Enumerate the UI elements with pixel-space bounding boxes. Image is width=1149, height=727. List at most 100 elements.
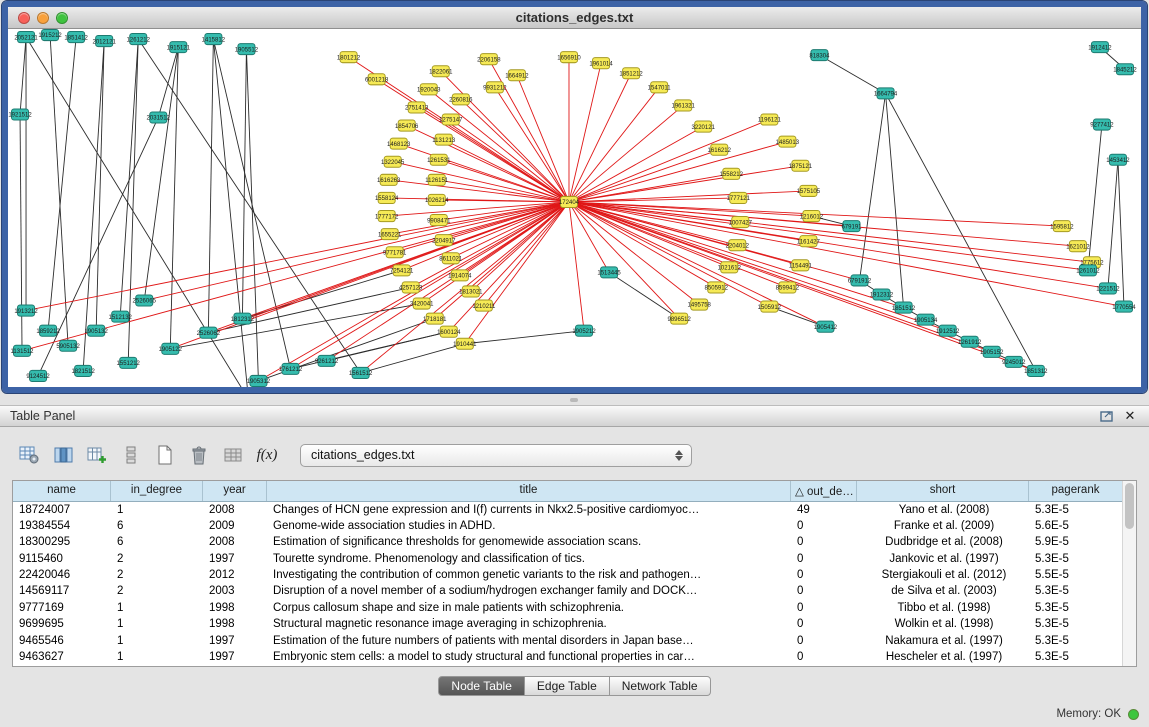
graph-node-label: 1770554 (1112, 305, 1136, 311)
graph-node-label: 1777121 (727, 196, 751, 202)
scrollbar-thumb[interactable] (1125, 483, 1134, 529)
graph-node-label: 9771781 (383, 250, 407, 256)
cell-year: 1997 (203, 650, 267, 666)
window-title: citations_edges.txt (516, 10, 634, 25)
graph-node-label: 1154491 (789, 264, 813, 270)
graph-node-label: 1216012 (800, 214, 824, 220)
minimize-window-icon[interactable] (37, 12, 49, 24)
graph-node-label: 1851412 (64, 35, 88, 41)
table-row[interactable]: 1938455462009Genome-wide association stu… (13, 518, 1136, 534)
column-header-pagerank[interactable]: pagerank (1029, 481, 1123, 501)
cell-in_degree: 6 (111, 535, 203, 551)
table-row[interactable]: 1830029562008Estimation of significance … (13, 535, 1136, 551)
graph-node-label: 9261212 (315, 359, 339, 365)
graph-edge (569, 202, 584, 331)
table-body: 1872400712008Changes of HCN gene express… (13, 502, 1136, 666)
window-titlebar[interactable]: citations_edges.txt (8, 7, 1141, 29)
close-panel-icon[interactable]: ✕ (1121, 408, 1139, 424)
cell-title: Embryonic stem cells: a model to study s… (267, 650, 791, 666)
column-header-short[interactable]: short (857, 481, 1029, 501)
graph-edge (83, 41, 104, 371)
graph-node-label: 1126151 (425, 178, 449, 184)
table-row[interactable]: 969969511998Structural magnetic resonanc… (13, 617, 1136, 633)
cell-pagerank: 5.9E-5 (1029, 535, 1123, 551)
cell-pagerank: 5.3E-5 (1029, 617, 1123, 633)
close-window-icon[interactable] (18, 12, 30, 24)
graph-node-label: 1221512 (1096, 287, 1120, 293)
column-header-title[interactable]: title (267, 481, 791, 501)
graph-node-label: 1718181 (423, 317, 447, 323)
graph-node-label: 2526062 (197, 331, 221, 337)
function-builder-label: f(x) (257, 447, 278, 464)
new-table-icon[interactable] (150, 441, 180, 469)
graph-node-label: 6791912 (848, 279, 872, 285)
graph-edge (569, 198, 738, 202)
graph-edge (144, 47, 178, 300)
tab-network-table[interactable]: Network Table (610, 676, 711, 696)
graph-node-label: 1851512 (892, 306, 916, 312)
row-tools-icon[interactable] (116, 441, 146, 469)
table-row[interactable]: 977716911998Corpus callosum shape and si… (13, 600, 1136, 616)
graph-node-label: 172404 (559, 200, 580, 206)
graph-node-label: 1875121 (789, 164, 813, 170)
graph-node-label: 8599412 (776, 286, 800, 292)
function-builder-icon[interactable]: f(x) (252, 441, 282, 469)
column-header-in_degree[interactable]: in_degree (111, 481, 203, 501)
cell-title: Tourette syndrome. Phenomenology and cla… (267, 551, 791, 567)
table-selector-dropdown[interactable]: citations_edges.txt (300, 444, 692, 467)
table-scrollbar[interactable] (1122, 481, 1136, 666)
panel-splitter[interactable] (0, 394, 1149, 405)
table-panel-header: Table Panel ✕ (0, 405, 1149, 427)
tab-edge-table[interactable]: Edge Table (525, 676, 610, 696)
graph-node-label: 1812312 (231, 317, 255, 323)
graph-node-label: 1821512 (71, 369, 95, 375)
table-row[interactable]: 1456911722003Disruption of a novel membe… (13, 584, 1136, 600)
cell-short: Hescheler et al. (1997) (857, 650, 1029, 666)
graph-node-label: 1915121 (167, 45, 191, 51)
delete-table-icon[interactable] (184, 441, 214, 469)
column-header-year[interactable]: year (203, 481, 267, 501)
memory-status-icon[interactable] (1128, 709, 1139, 720)
table-row[interactable]: 946554611997Estimation of the future num… (13, 633, 1136, 649)
graph-node-label: 1561512 (349, 371, 373, 377)
cell-short: Jankovic et al. (1997) (857, 551, 1029, 567)
graph-edge (170, 47, 178, 349)
graph-node-label: 1558212 (720, 172, 744, 178)
table-header-row: namein_degreeyeartitle△ out_de…shortpage… (13, 481, 1136, 502)
graph-node-label: 1915212 (38, 33, 62, 39)
table-row[interactable]: 2242004622012Investigating the contribut… (13, 568, 1136, 584)
cell-in_degree: 1 (111, 600, 203, 616)
column-visibility-icon[interactable] (48, 441, 78, 469)
graph-edge (569, 150, 719, 202)
table-mode-icon[interactable] (14, 441, 44, 469)
zoom-window-icon[interactable] (56, 12, 68, 24)
column-header-name[interactable]: name (13, 481, 111, 501)
float-panel-icon[interactable] (1097, 408, 1115, 424)
tab-node-table[interactable]: Node Table (438, 676, 525, 696)
cell-name: 9777169 (13, 600, 111, 616)
graph-node-label: 2751413 (405, 106, 429, 112)
graph-node-label: 9931212 (483, 86, 507, 92)
graph-node-label: 1513445 (597, 271, 621, 277)
create-column-icon[interactable] (82, 441, 112, 469)
cell-pagerank: 5.3E-5 (1029, 584, 1123, 600)
table-row[interactable]: 1872400712008Changes of HCN gene express… (13, 502, 1136, 518)
column-header-out_degree[interactable]: △ out_de… (791, 481, 857, 501)
table-row[interactable]: 911546021997Tourette syndrome. Phenomeno… (13, 551, 1136, 567)
graph-node-label: 1261912 (958, 340, 982, 346)
network-canvas[interactable]: 1724041822061192004327514131854706146812… (8, 29, 1141, 387)
cell-pagerank: 5.3E-5 (1029, 502, 1123, 518)
cell-year: 2003 (203, 584, 267, 600)
cell-out_degree: 0 (791, 633, 857, 649)
graph-node-label: 1261012 (1076, 269, 1100, 275)
memory-status-label: Memory: OK (1056, 708, 1121, 720)
table-tabs: Node TableEdge TableNetwork Table (0, 676, 1149, 696)
cell-title: Disruption of a novel member of a sodium… (267, 584, 791, 600)
graph-edge (48, 37, 76, 331)
graph-node-label: 1905412 (814, 325, 838, 331)
table-row[interactable]: 946362711997Embryonic stem cells: a mode… (13, 650, 1136, 666)
import-table-icon[interactable] (218, 441, 248, 469)
graph-node-label: 1558124 (375, 196, 399, 202)
graph-node-label: 1961321 (672, 104, 696, 110)
graph-node-label: 9277412 (1090, 123, 1114, 129)
